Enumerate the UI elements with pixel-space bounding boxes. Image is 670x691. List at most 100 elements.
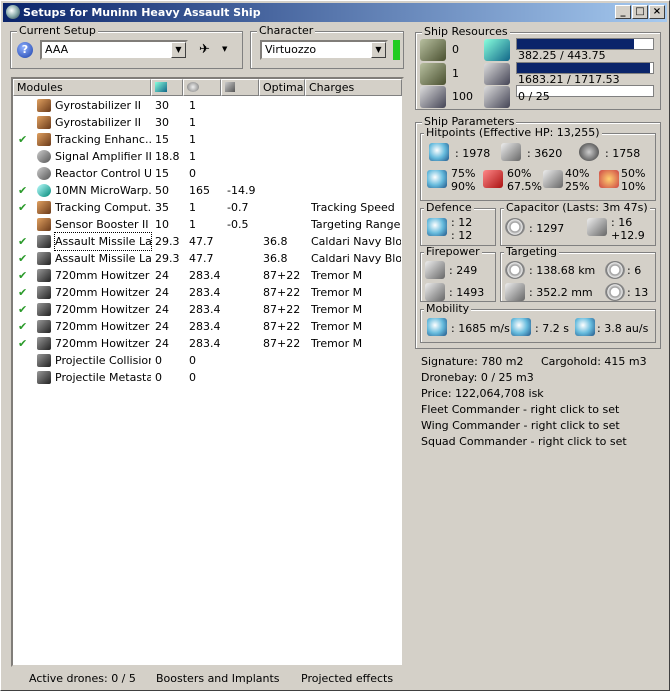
module-row[interactable]: ✔ 720mm Howitzer ... 24 283.4 87+22 Tremor M [13,318,402,335]
module-powergrid: 283.4 [189,320,221,333]
module-row[interactable]: Gyrostabilizer II 30 1 [13,97,402,114]
squad-commander[interactable]: Squad Commander - right click to set [421,435,627,448]
drone-bandwidth-icon [484,86,510,108]
chevron-down-icon[interactable]: ▼ [171,42,186,58]
missile-launcher-icon [37,235,51,248]
column-header-capacitor[interactable] [221,79,259,96]
firepower-group: Firepower : 249 : 1493 [420,246,496,302]
active-check-icon[interactable]: ✔ [18,131,27,148]
turret-hardpoint-icon [420,39,446,61]
active-check-icon[interactable]: ✔ [18,301,27,318]
active-check-icon[interactable]: ✔ [18,335,27,352]
active-check-icon[interactable]: ✔ [18,182,27,199]
missile-dps: : 1493 [449,286,485,299]
missile-dps-icon [425,283,445,301]
module-row[interactable]: ✔ 720mm Howitzer ... 24 283.4 87+22 Tremor M [13,301,402,318]
module-row[interactable]: Projectile Metasta... 0 0 [13,369,402,386]
em-resist-icon [427,170,447,188]
active-check-icon[interactable]: ✔ [18,318,27,335]
active-check-icon[interactable]: ✔ [18,233,27,250]
module-cpu: 30 [155,99,169,112]
signal-amplifier-icon [37,150,51,163]
module-row[interactable]: ✔ Tracking Comput... 35 1 -0.7 Tracking Speed [13,199,402,216]
module-row[interactable]: Projectile Collision... 0 0 [13,352,402,369]
column-header-cpu[interactable] [151,79,183,96]
setup-select[interactable]: AAA ▼ [40,40,188,60]
module-row[interactable]: ✔ 720mm Howitzer ... 24 283.4 87+22 Tremor M [13,335,402,352]
minimize-button[interactable]: _ [615,5,631,19]
maximize-button[interactable]: □ [632,5,648,19]
capacitor-icon [225,82,235,92]
chevron-down-icon[interactable]: ▼ [371,42,386,58]
howitzer-icon [37,303,51,316]
module-name: Projectile Collision... [55,354,151,367]
align-time: : 7.2 s [535,322,569,335]
current-setup-label: Current Setup [17,24,98,37]
module-charges: Tremor M [311,286,363,299]
module-row[interactable]: Gyrostabilizer II 30 1 [13,114,402,131]
projected-effects-button[interactable]: Projected effects [301,670,393,688]
window-title: Setups for Muninn Heavy Assault Ship [23,6,261,19]
defence-value-2: : 12 [451,229,473,242]
dropdown-arrow-icon[interactable]: ▼ [222,45,227,53]
cpu-icon [484,39,510,61]
active-check-icon[interactable]: ✔ [18,284,27,301]
module-powergrid: 283.4 [189,269,221,282]
module-row[interactable]: ✔ 720mm Howitzer ... 24 283.4 87+22 Tremor M [13,284,402,301]
module-row[interactable]: ✔ 720mm Howitzer ... 24 283.4 87+22 Tremor M [13,267,402,284]
module-capacitor: -0.5 [227,218,249,231]
defence-label: Defence [424,201,474,214]
character-group: Character Virtuozzo ▼ [250,25,404,69]
wing-commander[interactable]: Wing Commander - right click to set [421,419,620,432]
target-range-icon [505,261,525,279]
em-resist-shield: 75% [451,167,476,180]
module-row[interactable]: ✔ 10MN MicroWarp... 50 165 -14.9 [13,182,402,199]
velocity-icon [427,318,447,336]
capacitor-icon [505,218,525,236]
module-powergrid: 47.7 [189,235,214,248]
module-row[interactable]: ✔ Tracking Enhanc... 15 1 [13,131,402,148]
hitpoints-label: Hitpoints (Effective HP: 13,255) [424,126,602,139]
module-row[interactable]: ✔Assault Missile La...29.347.736.8Caldar… [13,250,402,267]
active-check-icon[interactable]: ✔ [18,267,27,284]
powergrid-icon [187,82,199,92]
module-row[interactable]: Signal Amplifier II 18.8 1 [13,148,402,165]
current-setup-group: Current Setup ? AAA ▼ ✈ ▼ [10,25,243,69]
column-header-optimal[interactable]: Optimal [259,79,305,96]
module-cpu: 0 [155,371,162,384]
module-optimal: 36.8 [263,235,288,248]
column-header-powergrid[interactable] [183,79,221,96]
module-name: Assault Missile La... [54,232,152,251]
module-powergrid: 1 [189,133,196,146]
rig-icon [37,371,51,384]
character-select[interactable]: Virtuozzo ▼ [260,40,388,60]
tracking-enhancer-icon [37,133,51,146]
modules-list[interactable]: Modules Optimal Charges Gyrostabilizer I… [11,77,404,667]
ship-fit-icon[interactable]: ✈ [199,42,210,57]
howitzer-icon [37,320,51,333]
title-bar[interactable]: Setups for Muninn Heavy Assault Ship _ □… [3,3,667,22]
turret-dps-icon [425,261,445,279]
module-powergrid: 1 [189,201,196,214]
active-check-icon[interactable]: ✔ [18,199,27,216]
explosive-resist-shield: 50% [621,167,646,180]
module-row[interactable]: ✔Assault Missile La...29.347.736.8Caldar… [13,232,402,251]
column-header-charges[interactable]: Charges [305,79,402,96]
module-row[interactable]: Sensor Booster II 10 1 -0.5 Targeting Range [13,216,402,233]
fleet-commander[interactable]: Fleet Commander - right click to set [421,403,619,416]
powergrid-bar-fill [517,63,651,73]
module-powergrid: 0 [189,167,196,180]
align-time-icon [511,318,531,336]
module-name: Tracking Comput... [55,201,151,214]
module-row[interactable]: Reactor Control U... 15 0 [13,165,402,182]
close-button[interactable]: × [649,5,665,19]
microwarpdrive-icon [37,184,51,197]
column-header-modules[interactable]: Modules [13,79,151,96]
active-check-icon[interactable]: ✔ [18,250,27,267]
help-icon[interactable]: ? [17,42,33,58]
boosters-implants-button[interactable]: Boosters and Implants [156,670,280,688]
module-name: 10MN MicroWarp... [55,184,151,197]
max-targets-icon [605,261,625,279]
sensor-strength: : 13 [627,286,649,299]
active-drones-status[interactable]: Active drones: 0 / 5 [29,670,136,688]
